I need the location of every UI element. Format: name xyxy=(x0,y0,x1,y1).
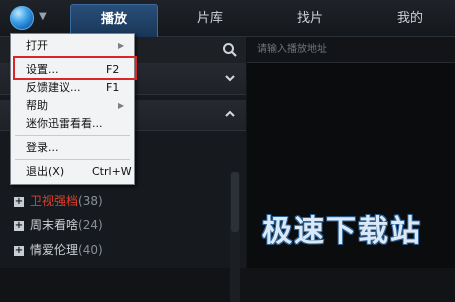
menu-separator xyxy=(15,135,130,136)
submenu-arrow-icon: ▶ xyxy=(118,101,125,110)
chevron-up-icon[interactable] xyxy=(224,108,236,120)
menu-item-open[interactable]: 打开 ▶ xyxy=(12,36,133,55)
menu-item-login[interactable]: 登录... xyxy=(12,138,133,157)
search-icon[interactable] xyxy=(222,42,238,58)
menu-separator xyxy=(15,159,130,160)
menu-item-exit[interactable]: 退出(X) Ctrl+W xyxy=(12,162,133,181)
tab-find[interactable]: 找片 xyxy=(270,4,350,36)
scrollbar-thumb[interactable] xyxy=(231,172,239,232)
menu-item-mini-player[interactable]: 迷你迅雷看看... xyxy=(12,114,133,133)
tab-mine[interactable]: 我的 xyxy=(370,4,450,36)
expand-plus-icon[interactable]: + xyxy=(14,196,24,207)
expand-plus-icon[interactable]: + xyxy=(14,245,24,256)
list-item[interactable]: + 周末看啥(24) xyxy=(14,215,103,235)
list-scrollbar[interactable] xyxy=(230,172,240,302)
tab-library[interactable]: 片库 xyxy=(170,4,250,36)
top-bar: ▼ 播放 片库 找片 我的 xyxy=(0,0,455,37)
list-item[interactable]: + 情爱伦理(40) xyxy=(14,240,103,260)
chevron-down-icon[interactable] xyxy=(224,72,236,84)
url-input[interactable]: 请输入播放地址 xyxy=(247,37,455,63)
highlight-box xyxy=(13,56,137,80)
menu-item-help[interactable]: 帮助 ▶ xyxy=(12,96,133,115)
main-menu-button[interactable]: ▼ xyxy=(6,5,54,31)
menu-item-feedback[interactable]: 反馈建议... F1 xyxy=(12,78,133,97)
list-item[interactable]: + 卫视强档(38) xyxy=(14,191,103,211)
expand-plus-icon[interactable]: + xyxy=(14,220,24,231)
app-logo-icon xyxy=(10,6,34,30)
caret-down-icon: ▼ xyxy=(39,11,47,22)
submenu-arrow-icon: ▶ xyxy=(118,41,125,50)
watermark-logo: 极速下载站 xyxy=(262,214,422,249)
